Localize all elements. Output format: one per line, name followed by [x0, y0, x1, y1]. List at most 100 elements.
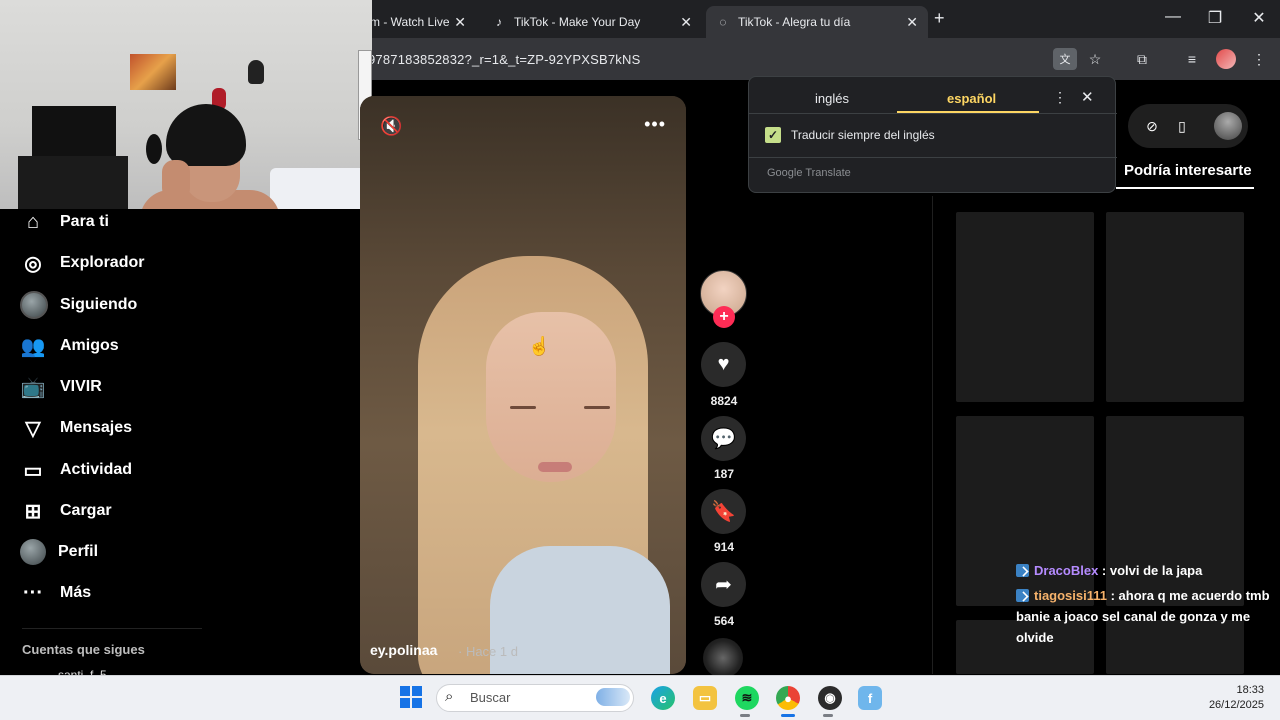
chat-username: DracoBlex [1034, 563, 1099, 578]
video-player[interactable]: 🔇 ••• ey.polinaa · Hace 1 d [360, 96, 686, 674]
active-indicator [781, 714, 795, 717]
tab-tiktok-make-your-day[interactable]: ♪ TikTok - Make Your Day ✕ [482, 6, 702, 38]
video-subject-eye [510, 406, 536, 409]
running-indicator [823, 714, 833, 717]
sidebar-item-label: Siguiendo [60, 296, 138, 313]
file-explorer-icon[interactable]: ▭ [693, 686, 717, 710]
recommended-title-underline [1116, 187, 1254, 189]
clock-date: 26/12/2025 [1208, 699, 1264, 711]
clock[interactable]: 18:33 26/12/2025 [1200, 683, 1264, 713]
sidebar-item-label: Perfil [58, 543, 99, 560]
following-accounts-title: Cuentas que sigues [22, 642, 145, 657]
video-author[interactable]: ey.polinaa [370, 642, 437, 658]
profile-icon[interactable] [1216, 49, 1236, 69]
tab-close-icon[interactable]: ✕ [454, 14, 466, 31]
sidebar-item-actividad[interactable]: ▭ Actividad [20, 455, 132, 485]
close-icon[interactable]: ✕ [1081, 88, 1094, 106]
recommended-title[interactable]: Podría interesarte [1124, 162, 1252, 179]
sidebar-item-amigos[interactable]: 👥 Amigos [20, 331, 119, 361]
comment-icon[interactable]: 💬 [701, 416, 746, 461]
sidebar-item-label: Mensajes [60, 419, 133, 436]
extensions-icon[interactable]: ⧉ [1130, 48, 1154, 70]
friends-icon: 👥 [20, 335, 46, 358]
compass-icon: ◎ [24, 252, 42, 275]
popup-tab-divider [749, 113, 1117, 114]
muted-speaker-icon[interactable]: 🔇 [380, 116, 402, 137]
hand-cursor-icon: ☝ [528, 336, 551, 356]
media-controls-icon[interactable]: ≡ [1180, 48, 1204, 70]
sidebar-item-para-ti[interactable]: ⌂ Para ti [20, 207, 109, 237]
minimize-icon[interactable]: — [1158, 8, 1188, 26]
sidebar-item-label: VIVIR [60, 378, 102, 395]
popup-divider [749, 157, 1117, 158]
video-subject-eye [584, 406, 610, 409]
chrome-icon[interactable]: ● [776, 686, 800, 710]
always-translate-label: Traducir siempre del inglés [791, 128, 935, 142]
sidebar-item-vivir[interactable]: 📺 VIVIR [20, 372, 102, 402]
sidebar-item-cargar[interactable]: ⊞ Cargar [20, 496, 112, 526]
sidebar-item-label: Explorador [60, 254, 145, 271]
hanging-cap [248, 60, 264, 84]
recommended-thumbnail[interactable] [1106, 212, 1244, 402]
chat-message: tiagosisi111 : ahora q me acuerdo tmb ba… [1016, 585, 1274, 648]
mobile-device-icon[interactable]: ▯ [1170, 114, 1194, 138]
browser-menu-icon[interactable]: ⋮ [1247, 48, 1271, 70]
new-tab-icon[interactable]: + [934, 8, 945, 29]
loading-icon: ◌ [719, 15, 727, 29]
like-heart-icon[interactable]: ♥ [701, 342, 746, 387]
always-translate-checkbox[interactable]: ✓ [765, 127, 781, 143]
tab-twitch[interactable]: m - Watch Live ✕ [360, 6, 476, 38]
tab-ingles[interactable]: inglés [815, 91, 849, 106]
activity-icon: ▭ [23, 459, 43, 482]
follow-plus-icon[interactable]: + [713, 306, 735, 328]
app-f-icon[interactable]: f [858, 686, 882, 710]
sidebar-item-mensajes[interactable]: ▽ Mensajes [20, 413, 132, 443]
share-arrow-icon[interactable]: ➦ [701, 562, 746, 607]
obs-icon[interactable]: ◉ [818, 686, 842, 710]
music-disc-icon[interactable] [703, 638, 743, 678]
user-avatar[interactable] [1214, 112, 1242, 140]
bookmark-icon[interactable]: 🔖 [701, 489, 746, 534]
live-tv-icon: 📺 [20, 376, 46, 399]
chat-text: : volvi de la japa [1098, 563, 1203, 578]
like-count: 8824 [710, 394, 738, 408]
search-icon: ⌕ [445, 688, 454, 705]
sidebar-item-mas[interactable]: ··· Más [20, 578, 91, 608]
sidebar-item-explorador[interactable]: ◎ Explorador [20, 248, 144, 278]
chat-message: DracoBlex : volvi de la japa [1016, 560, 1274, 581]
profile-avatar [20, 539, 46, 565]
tab-label: TikTok - Make Your Day [514, 15, 641, 29]
streamer-hand [162, 160, 190, 200]
television [32, 106, 116, 156]
video-subject-face [486, 312, 616, 482]
tab-espanol[interactable]: español [947, 91, 996, 106]
tab-label: TikTok - Alegra tu día [738, 15, 851, 29]
bookmark-star-icon[interactable]: ☆ [1083, 48, 1107, 70]
sidebar-item-perfil[interactable]: Perfil [20, 537, 98, 567]
wall-decoration [146, 134, 162, 164]
translate-icon[interactable]: 文 [1053, 48, 1077, 70]
video-subject-lips [538, 462, 572, 472]
window-close-icon[interactable]: ✕ [1244, 8, 1274, 28]
windows-start-icon[interactable] [400, 686, 422, 708]
edge-icon[interactable]: e [651, 686, 675, 710]
compass-icon[interactable]: ⊘ [1140, 114, 1164, 138]
tab-tiktok-alegra[interactable]: ◌ TikTok - Alegra tu día ✕ [706, 6, 928, 38]
google-translate-brand: Google Translate [767, 167, 851, 179]
tab-close-icon[interactable]: ✕ [680, 14, 692, 31]
send-icon: ▽ [25, 417, 41, 440]
sidebar-item-label: Para ti [60, 213, 109, 230]
chat-badge-icon [1016, 589, 1029, 602]
tab-label: m - Watch Live [370, 15, 450, 29]
restore-icon[interactable]: ❐ [1200, 8, 1230, 28]
more-vertical-icon[interactable]: ⋮ [1053, 89, 1067, 106]
url-text[interactable]: 9787183852832?_r=1&_t=ZP-92YPXSB7kNS [368, 52, 640, 67]
recommended-thumbnail[interactable] [956, 212, 1094, 402]
tab-close-icon[interactable]: ✕ [906, 14, 918, 31]
panel-divider [932, 196, 933, 674]
sidebar-item-siguiendo[interactable]: Siguiendo [20, 290, 137, 320]
stream-chat: DracoBlex : volvi de la japa tiagosisi11… [1016, 560, 1274, 648]
more-options-icon[interactable]: ••• [644, 114, 666, 135]
spotify-icon[interactable]: ≋ [735, 686, 759, 710]
save-count: 914 [713, 540, 735, 554]
